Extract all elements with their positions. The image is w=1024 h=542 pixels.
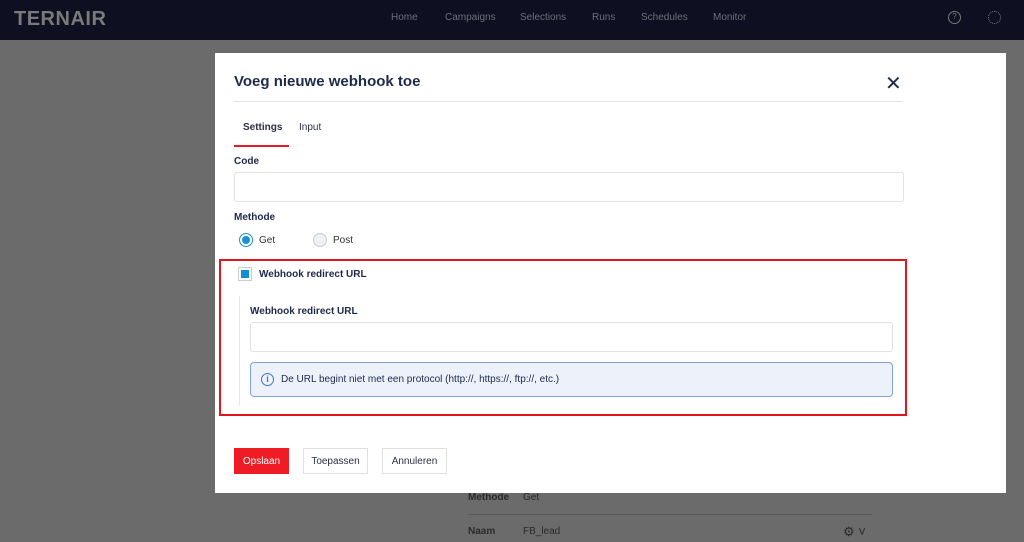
modal-title: Voeg nieuwe webhook toe (234, 73, 421, 90)
top-nav-bar: TERNAIR Home Campaigns Selections Runs S… (0, 0, 1024, 40)
radio-post[interactable] (313, 233, 327, 247)
radio-get-label[interactable]: Get (259, 235, 275, 246)
apply-button[interactable]: Toepassen (303, 448, 368, 474)
bg-method-label: Methode (468, 492, 510, 503)
redirect-field-label: Webhook redirect URL (250, 306, 358, 317)
nav-runs[interactable]: Runs (592, 12, 615, 23)
bg-method-value: Get (523, 492, 540, 503)
help-circle-icon[interactable]: ? (948, 11, 961, 24)
indent-line (239, 296, 240, 406)
save-button[interactable]: Opslaan (234, 448, 289, 474)
add-webhook-modal: Voeg nieuwe webhook toe ✕ Settings Input… (215, 53, 1006, 493)
method-label: Methode (234, 212, 276, 223)
divider (468, 514, 872, 515)
nav-monitor[interactable]: Monitor (713, 12, 746, 23)
radio-post-label[interactable]: Post (333, 235, 353, 246)
info-alert: i De URL begint niet met een protocol (h… (250, 362, 893, 397)
gear-icon[interactable] (988, 11, 1001, 24)
redirect-url-checkbox[interactable] (238, 267, 252, 281)
nav-campaigns[interactable]: Campaigns (445, 12, 496, 23)
info-icon: i (261, 373, 274, 386)
nav-home[interactable]: Home (391, 12, 418, 23)
nav-schedules[interactable]: Schedules (641, 12, 688, 23)
redirect-checkbox-label[interactable]: Webhook redirect URL (259, 269, 367, 280)
ternair-logo[interactable]: TERNAIR (14, 8, 106, 31)
close-icon[interactable]: ✕ (885, 71, 902, 96)
radio-get[interactable] (239, 233, 253, 247)
bg-name-label: Naam (468, 526, 496, 537)
info-message: De URL begint niet met een protocol (htt… (281, 374, 560, 385)
row-gear-icon[interactable]: ⚙ ˅ (843, 524, 866, 540)
redirect-url-input[interactable] (250, 322, 893, 352)
divider (234, 101, 903, 102)
code-label: Code (234, 156, 259, 167)
bg-name-value: FB_lead (523, 526, 561, 537)
tab-input[interactable]: Input (299, 122, 321, 133)
code-input[interactable] (234, 172, 904, 202)
cancel-button[interactable]: Annuleren (382, 448, 447, 474)
active-tab-indicator (234, 145, 289, 147)
nav-selections[interactable]: Selections (520, 12, 566, 23)
tab-settings[interactable]: Settings (243, 122, 282, 133)
